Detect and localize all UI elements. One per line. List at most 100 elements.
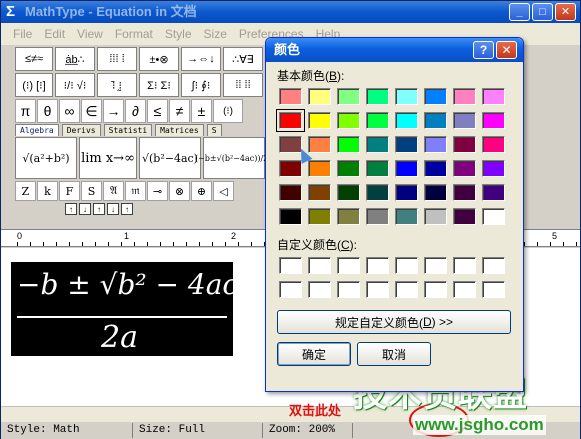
menu-file[interactable]: File — [7, 27, 38, 41]
basic-color-swatch[interactable] — [279, 160, 302, 177]
equation[interactable]: −b ± √b² − 4ac 2a — [11, 262, 238, 356]
basic-color-swatch[interactable] — [482, 160, 505, 177]
menu-size[interactable]: Size — [198, 27, 233, 41]
basic-color-swatch[interactable] — [424, 184, 447, 201]
tiny-arrow-5[interactable]: ↑ — [121, 203, 133, 215]
basic-color-swatch[interactable] — [308, 88, 331, 105]
symbol-leq[interactable]: ≤ — [147, 99, 168, 123]
basic-color-swatch[interactable] — [424, 136, 447, 153]
basic-color-swatch[interactable] — [308, 112, 331, 129]
palette-integrals[interactable]: ∫⁝ ∮⁝ — [181, 73, 221, 97]
basic-color-swatch[interactable] — [395, 112, 418, 129]
palette-logic[interactable]: ∴∀∃ — [223, 47, 263, 71]
basic-color-swatch[interactable] — [453, 184, 476, 201]
symbol-pi[interactable]: π — [15, 99, 36, 123]
palette-matrices[interactable]: ⁞⁞ ⁞⁞ — [223, 73, 263, 97]
menu-format[interactable]: Format — [109, 27, 159, 41]
basic-color-swatch[interactable] — [395, 88, 418, 105]
symbol-parens[interactable]: (⁝) — [213, 99, 243, 123]
window-title-bar[interactable]: Σ MathType - Equation in 文档 _ □ ✕ — [1, 1, 580, 23]
custom-color-swatch[interactable] — [424, 257, 447, 274]
custom-color-swatch[interactable] — [279, 281, 302, 298]
custom-color-swatch[interactable] — [337, 281, 360, 298]
help-button[interactable]: ? — [473, 41, 494, 59]
basic-color-swatch[interactable] — [453, 136, 476, 153]
minimize-button[interactable]: _ — [509, 3, 530, 21]
palette-relations[interactable]: ≤≠≈ — [15, 47, 53, 71]
basic-color-swatch[interactable] — [366, 160, 389, 177]
small-symbol-3[interactable]: F — [59, 181, 80, 201]
basic-color-swatch[interactable] — [279, 88, 302, 105]
small-symbol-6[interactable]: 𝔪 — [125, 181, 146, 201]
palette-fractions[interactable]: ⁝/⁝ √⁝ — [55, 73, 95, 97]
basic-color-swatch[interactable] — [424, 88, 447, 105]
template-limit[interactable]: lim x→∞ — [79, 137, 137, 179]
basic-color-swatch[interactable] — [308, 184, 331, 201]
tab-algebra[interactable]: Algebra — [15, 124, 59, 136]
basic-color-swatch[interactable] — [279, 208, 302, 225]
basic-color-swatch[interactable] — [482, 184, 505, 201]
symbol-partial[interactable]: ∂ — [125, 99, 146, 123]
basic-color-swatch[interactable] — [308, 136, 331, 153]
custom-color-swatch[interactable] — [395, 281, 418, 298]
tiny-arrow-1[interactable]: ↑ — [65, 203, 77, 215]
palette-arrows[interactable]: →⇔↓ — [181, 47, 221, 71]
custom-color-swatch[interactable] — [424, 281, 447, 298]
basic-color-swatch[interactable] — [482, 208, 505, 225]
small-symbol-10[interactable]: ◁ — [213, 181, 234, 201]
menu-view[interactable]: View — [71, 27, 109, 41]
basic-color-swatch[interactable] — [424, 112, 447, 129]
small-symbol-9[interactable]: ⊕ — [191, 181, 212, 201]
basic-color-swatch[interactable] — [308, 160, 331, 177]
palette-spaces[interactable]: ȧ̲b̲∴ — [55, 47, 95, 71]
basic-color-swatch[interactable] — [395, 184, 418, 201]
tiny-arrow-2[interactable]: ↓ — [79, 203, 91, 215]
symbol-theta[interactable]: θ — [37, 99, 58, 123]
basic-color-swatch[interactable] — [279, 184, 302, 201]
basic-color-swatch[interactable] — [453, 208, 476, 225]
custom-color-swatch[interactable] — [279, 257, 302, 274]
small-symbol-7[interactable]: ⊸ — [147, 181, 168, 201]
template-discriminant[interactable]: √(b²−4ac) — [139, 137, 201, 179]
basic-color-swatch[interactable] — [366, 184, 389, 201]
palette-embellish[interactable]: ⁞⁞⁞ ⁞ — [97, 47, 137, 71]
basic-color-swatch[interactable] — [308, 208, 331, 225]
tiny-arrow-3[interactable]: ↑ — [93, 203, 105, 215]
maximize-button[interactable]: □ — [532, 3, 553, 21]
basic-color-swatch[interactable] — [337, 112, 360, 129]
cancel-button[interactable]: 取消 — [357, 342, 431, 366]
small-symbol-2[interactable]: k — [37, 181, 58, 201]
palette-operators[interactable]: ±•⊗ — [139, 47, 179, 71]
basic-color-swatch[interactable] — [453, 112, 476, 129]
define-custom-colors-button[interactable]: 规定自定义颜色(D) >> — [277, 310, 511, 334]
tab-derivs[interactable]: Derivs — [61, 124, 101, 136]
small-symbol-5[interactable]: 𝔄 — [103, 181, 124, 201]
tiny-arrow-4[interactable]: ↓ — [107, 203, 119, 215]
symbol-arrow[interactable]: → — [103, 99, 124, 123]
dialog-title-bar[interactable]: 颜色 ? ✕ — [266, 38, 523, 62]
custom-color-swatch[interactable] — [337, 257, 360, 274]
custom-color-swatch[interactable] — [366, 257, 389, 274]
basic-color-swatch[interactable] — [337, 88, 360, 105]
basic-color-swatch[interactable] — [424, 208, 447, 225]
basic-color-swatch[interactable] — [482, 112, 505, 129]
basic-color-swatch[interactable] — [424, 160, 447, 177]
custom-color-swatch[interactable] — [308, 257, 331, 274]
basic-color-swatch[interactable] — [337, 184, 360, 201]
basic-color-swatch[interactable] — [366, 208, 389, 225]
basic-color-swatch[interactable] — [395, 160, 418, 177]
small-symbol-1[interactable]: Z — [15, 181, 36, 201]
basic-color-swatch[interactable] — [366, 136, 389, 153]
custom-color-swatch[interactable] — [453, 257, 476, 274]
basic-color-swatch[interactable] — [395, 208, 418, 225]
small-symbol-8[interactable]: ⊗ — [169, 181, 190, 201]
template-quadratic[interactable]: (−b±√(b²−4ac))/2a — [195, 137, 273, 179]
tab-statistics[interactable]: Statisti — [103, 124, 153, 136]
custom-color-swatch[interactable] — [395, 257, 418, 274]
basic-color-swatch[interactable] — [337, 208, 360, 225]
basic-color-swatch[interactable] — [453, 160, 476, 177]
basic-color-swatch[interactable] — [482, 136, 505, 153]
symbol-infinity[interactable]: ∞ — [59, 99, 80, 123]
small-symbol-4[interactable]: S — [81, 181, 102, 201]
basic-color-swatch[interactable] — [395, 136, 418, 153]
